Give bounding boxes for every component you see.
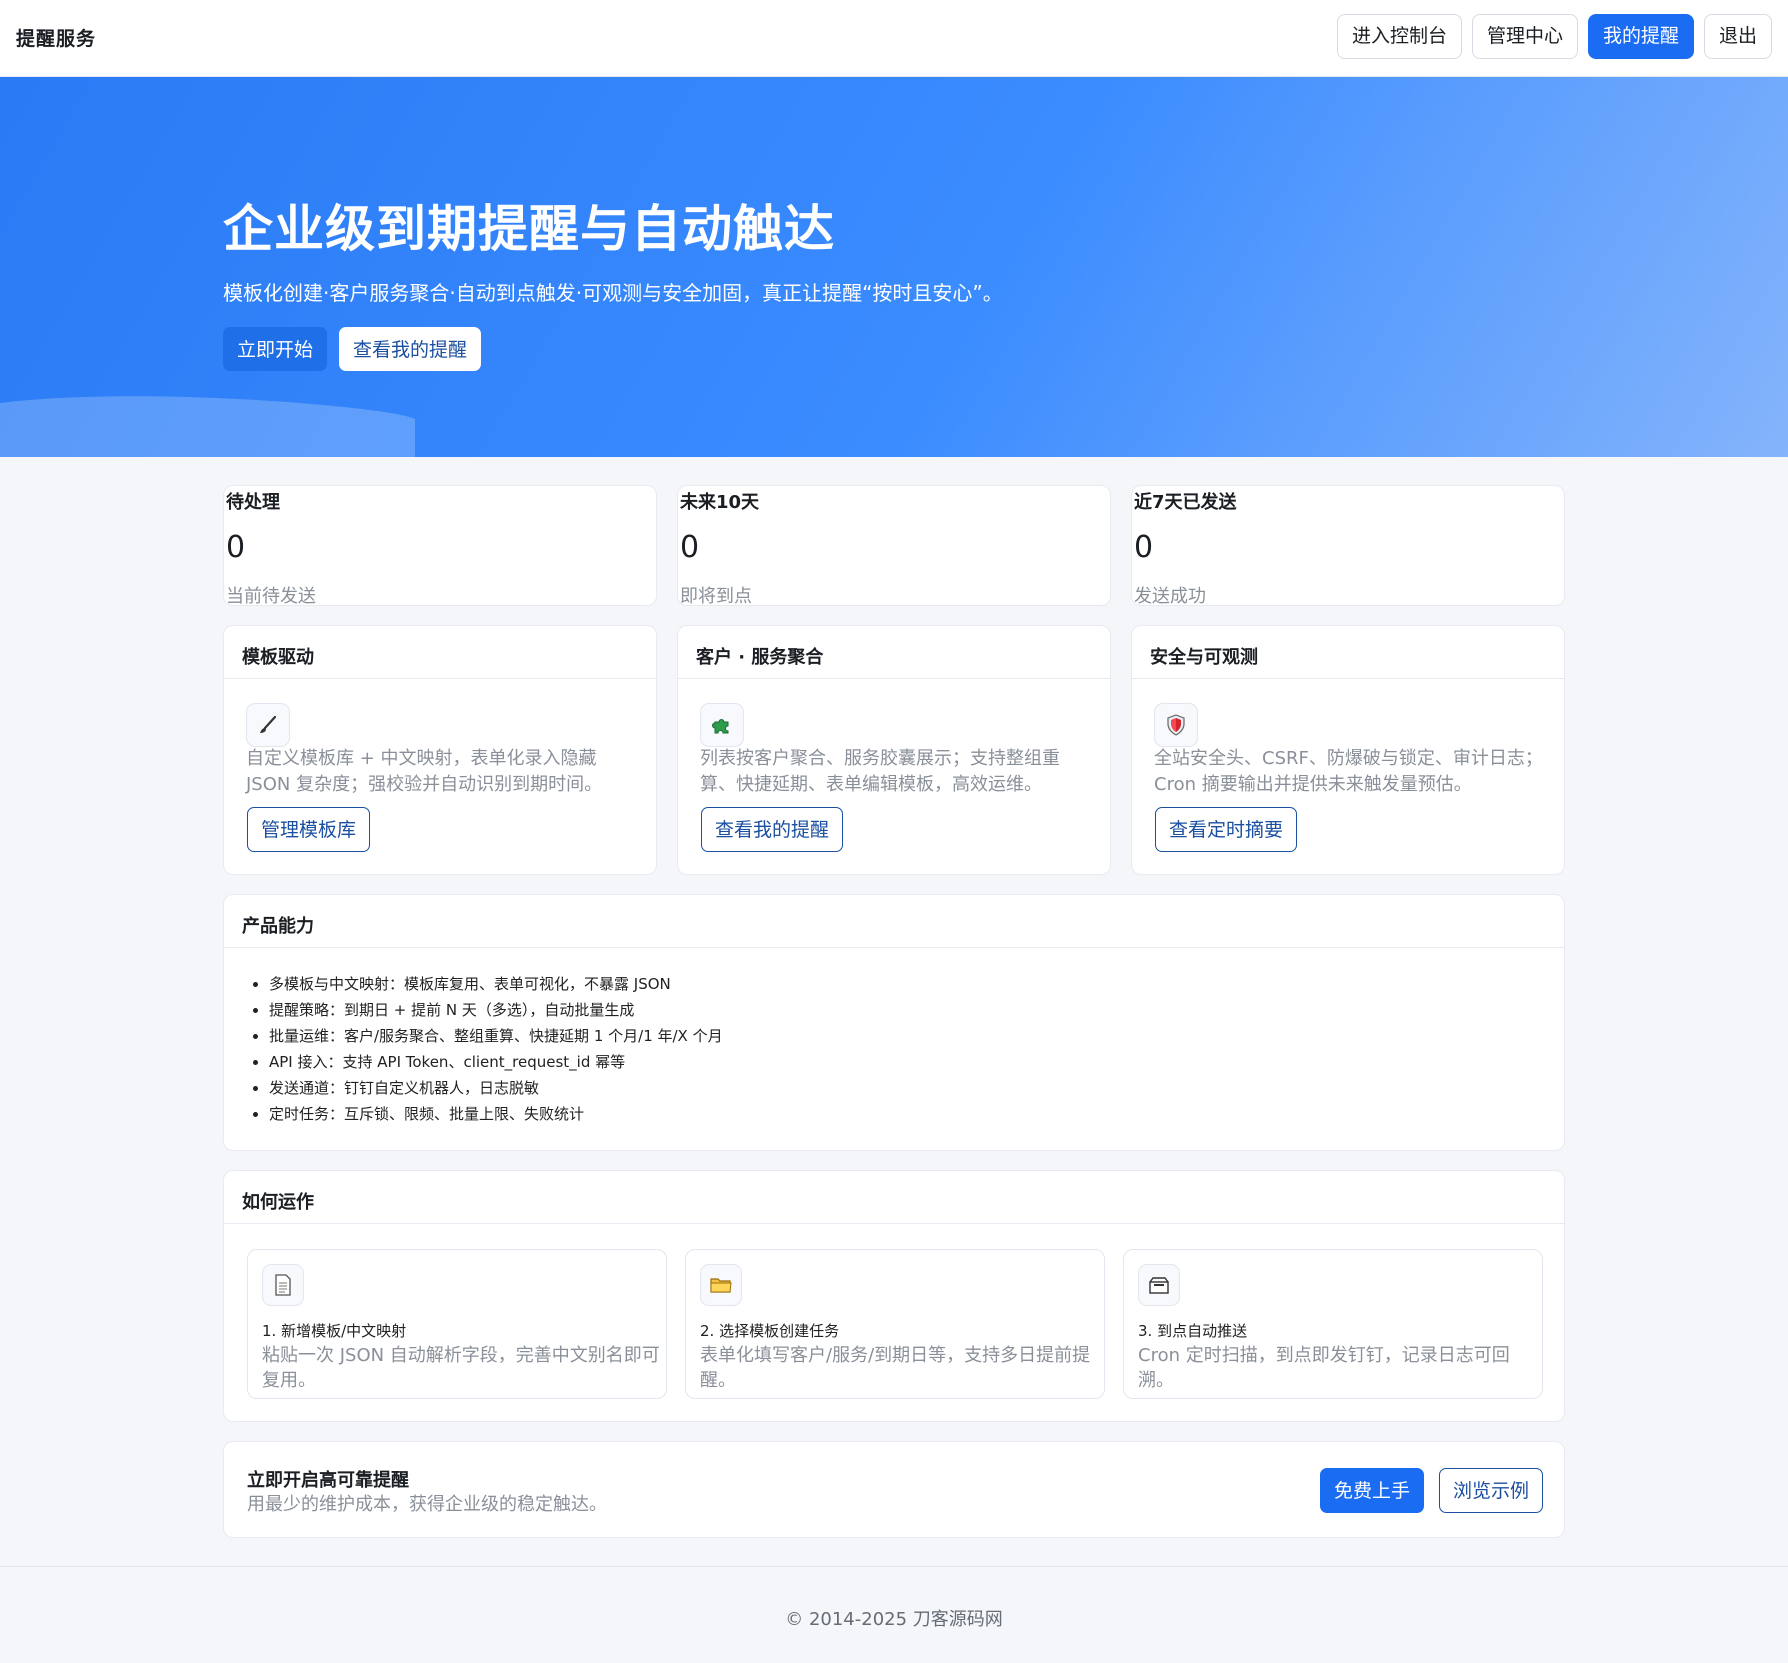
how-it-works-card: 如何运作 1. 新增模板/中文映射 粘贴一次 JSON 自动解析字段，完善中文别…	[223, 1170, 1565, 1422]
list-item: API 接入：支持 API Token、client_request_id 幂等	[269, 1049, 723, 1075]
list-item: 发送通道：钉钉自定义机器人，日志脱敏	[269, 1075, 723, 1101]
stat-card-pending: 待处理 0 当前待发送	[223, 485, 657, 607]
stat-subtitle: 发送成功	[1134, 586, 1206, 607]
capabilities-title: 产品能力	[224, 895, 1564, 948]
free-start-button[interactable]: 免费上手	[1320, 1468, 1425, 1513]
feature-title: 客户 · 服务聚合	[678, 626, 1110, 679]
step-title: 3. 到点自动推送	[1138, 1322, 1248, 1340]
stat-value: 0	[680, 530, 700, 565]
hero-title: 企业级到期提醒与自动触达	[223, 200, 835, 258]
stat-card-sent: 近7天已发送 0 发送成功	[1131, 485, 1565, 607]
top-navbar: 提醒服务 进入控制台 管理中心 我的提醒 退出	[0, 0, 1788, 77]
document-icon	[262, 1264, 304, 1306]
stat-label: 近7天已发送	[1134, 492, 1237, 513]
feature-description: 列表按客户聚合、服务胶囊展示；支持整组重算、快捷延期、表单编辑模板，高效运维。	[700, 748, 1060, 795]
mailbox-icon	[1138, 1264, 1180, 1306]
view-my-reminders-button[interactable]: 查看我的提醒	[701, 807, 844, 852]
hero-banner: 企业级到期提醒与自动触达 模板化创建·客户服务聚合·自动到点触发·可观测与安全加…	[0, 77, 1788, 457]
stat-value: 0	[226, 530, 246, 565]
list-item: 多模板与中文映射：模板库复用、表单可视化，不暴露 JSON	[269, 971, 723, 997]
brand-logo[interactable]: 提醒服务	[16, 24, 96, 51]
feature-title: 安全与可观测	[1132, 626, 1564, 679]
copyright-text: © 2014-2025 刀客源码网	[785, 1609, 1003, 1630]
start-now-button[interactable]: 立即开始	[223, 327, 328, 371]
list-item: 批量运维：客户/服务聚合、整组重算、快捷延期 1 个月/1 年/X 个月	[269, 1023, 723, 1049]
list-item: 提醒策略：到期日 + 提前 N 天（多选），自动批量生成	[269, 997, 723, 1023]
list-item: 定时任务：互斥锁、限频、批量上限、失败统计	[269, 1101, 723, 1127]
feature-description: 全站安全头、CSRF、防爆破与锁定、审计日志；Cron 摘要输出并提供未来触发量…	[1154, 748, 1543, 795]
feature-card-aggregation: 客户 · 服务聚合 列表按客户聚合、服务胶囊展示；支持整组重算、快捷延期、表单编…	[677, 625, 1111, 875]
view-my-reminders-button[interactable]: 查看我的提醒	[339, 327, 482, 371]
capabilities-card: 产品能力 多模板与中文映射：模板库复用、表单可视化，不暴露 JSON 提醒策略：…	[223, 894, 1565, 1151]
my-reminders-button[interactable]: 我的提醒	[1587, 14, 1694, 59]
step-title: 1. 新增模板/中文映射	[262, 1322, 407, 1340]
brush-icon	[246, 703, 290, 747]
stat-label: 待处理	[226, 492, 280, 513]
stat-subtitle: 即将到点	[680, 586, 752, 607]
feature-card-security: 安全与可观测 全站安全头、CSRF、防爆破与锁定、审计日志；Cron 摘要输出并…	[1131, 625, 1565, 875]
view-cron-summary-button[interactable]: 查看定时摘要	[1155, 807, 1298, 852]
stat-card-upcoming: 未来10天 0 即将到点	[677, 485, 1111, 607]
folder-icon	[700, 1264, 742, 1306]
feature-title: 模板驱动	[224, 626, 656, 679]
hero-wave-decoration	[0, 396, 415, 457]
cta-title: 立即开启高可靠提醒	[247, 1470, 409, 1491]
step-description: 表单化填写客户/服务/到期日等，支持多日提前提醒。	[700, 1345, 1091, 1391]
step-card: 1. 新增模板/中文映射 粘贴一次 JSON 自动解析字段，完善中文别名即可复用…	[247, 1249, 667, 1399]
logout-button[interactable]: 退出	[1703, 14, 1772, 59]
step-title: 2. 选择模板创建任务	[700, 1322, 840, 1340]
admin-center-button[interactable]: 管理中心	[1471, 14, 1578, 59]
shield-icon	[1154, 703, 1198, 747]
console-button[interactable]: 进入控制台	[1336, 14, 1462, 59]
how-it-works-title: 如何运作	[224, 1171, 1564, 1224]
feature-card-template: 模板驱动 自定义模板库 + 中文映射，表单化录入隐藏 JSON 复杂度；强校验并…	[223, 625, 657, 875]
manage-templates-button[interactable]: 管理模板库	[247, 807, 371, 852]
stat-label: 未来10天	[680, 492, 760, 513]
step-card: 2. 选择模板创建任务 表单化填写客户/服务/到期日等，支持多日提前提醒。	[685, 1249, 1105, 1399]
nav-actions: 进入控制台 管理中心 我的提醒 退出	[1336, 14, 1772, 59]
stat-subtitle: 当前待发送	[226, 586, 316, 607]
capabilities-list: 多模板与中文映射：模板库复用、表单可视化，不暴露 JSON 提醒策略：到期日 +…	[269, 971, 723, 1127]
cta-card: 立即开启高可靠提醒 用最少的维护成本，获得企业级的稳定触达。 免费上手 浏览示例	[223, 1441, 1565, 1538]
hero-subtitle: 模板化创建·客户服务聚合·自动到点触发·可观测与安全加固，真正让提醒“按时且安心…	[223, 281, 1003, 305]
step-card: 3. 到点自动推送 Cron 定时扫描，到点即发钉钉，记录日志可回溯。	[1123, 1249, 1543, 1399]
stat-value: 0	[1134, 530, 1154, 565]
page-footer: © 2014-2025 刀客源码网	[0, 1566, 1788, 1663]
feature-description: 自定义模板库 + 中文映射，表单化录入隐藏 JSON 复杂度；强校验并自动识别到…	[246, 748, 603, 795]
step-description: 粘贴一次 JSON 自动解析字段，完善中文别名即可复用。	[262, 1345, 660, 1391]
cta-subtitle: 用最少的维护成本，获得企业级的稳定触达。	[247, 1494, 607, 1515]
browse-examples-button[interactable]: 浏览示例	[1439, 1468, 1544, 1513]
step-description: Cron 定时扫描，到点即发钉钉，记录日志可回溯。	[1138, 1345, 1510, 1391]
puzzle-icon	[700, 703, 744, 747]
